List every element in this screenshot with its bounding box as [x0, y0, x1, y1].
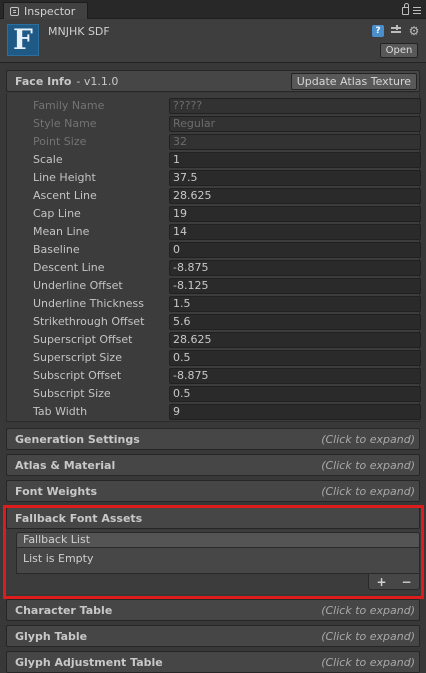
field-row-subscript-size: Subscript Size 0.5 [7, 385, 421, 403]
field-row-underline-offset: Underline Offset -8.125 [7, 277, 421, 295]
line-height-field[interactable]: 37.5 [169, 170, 421, 186]
field-row-descent-line: Descent Line -8.875 [7, 259, 421, 277]
cap-line-field[interactable]: 19 [169, 206, 421, 222]
field-row-family-name: Family Name????? [7, 97, 421, 115]
baseline-field[interactable]: 0 [169, 242, 421, 258]
field-row-ascent-line: Ascent Line 28.625 [7, 187, 421, 205]
open-button[interactable]: Open [380, 43, 418, 58]
field-row-superscript-offset: Superscript Offset 28.625 [7, 331, 421, 349]
strikethrough-offset-field[interactable]: 5.6 [169, 314, 421, 330]
section-title: Glyph Table [15, 629, 88, 643]
version-label: - v1.1.0 [76, 74, 119, 88]
character-table-header[interactable]: Character Table (Click to expand) [6, 599, 420, 621]
field-row-scale: Scale 1 [7, 151, 421, 169]
expand-hint: (Click to expand) [321, 433, 415, 446]
subscript-offset-field[interactable]: -8.875 [169, 368, 421, 384]
field-label: Mean Line [33, 225, 90, 238]
generation-settings-header[interactable]: Generation Settings (Click to expand) [6, 428, 420, 450]
point-size-field: 32 [169, 134, 421, 150]
asset-header: F MNJHK SDF ? ⚙ Open [0, 19, 426, 63]
field-label: Cap Line [33, 207, 81, 220]
preset-icon[interactable] [390, 25, 402, 37]
field-label: Superscript Size [33, 351, 122, 364]
expand-hint: (Click to expand) [321, 459, 415, 472]
section-title: Generation Settings [15, 432, 140, 446]
tab-controls [402, 3, 421, 15]
section-title: Glyph Adjustment Table [15, 655, 163, 669]
field-label: Descent Line [33, 261, 105, 274]
face-info-body: Family Name????? Style Name Regular Point S… [6, 93, 421, 422]
field-row-cap-line: Cap Line 19 [7, 205, 421, 223]
section-title: Atlas & Material [15, 458, 116, 472]
tab-inspector[interactable]: Inspector [3, 2, 88, 19]
field-row-tab-width: Tab Width 9 [7, 403, 421, 421]
asset-letter: F [13, 23, 33, 56]
ascent-line-field[interactable]: 28.625 [169, 188, 421, 204]
tab-width-field[interactable]: 9 [169, 404, 421, 420]
field-label: Underline Thickness [33, 297, 145, 310]
field-row-subscript-offset: Subscript Offset -8.875 [7, 367, 421, 385]
expand-hint: (Click to expand) [321, 604, 415, 617]
face-info-title: Face Info [15, 74, 72, 88]
expand-hint: (Click to expand) [321, 630, 415, 643]
glyph-table-header[interactable]: Glyph Table (Click to expand) [6, 625, 420, 647]
field-label: Subscript Offset [33, 369, 122, 382]
update-atlas-texture-button[interactable]: Update Atlas Texture [290, 73, 417, 90]
field-label: Underline Offset [33, 279, 123, 292]
font-asset-icon: F [7, 24, 39, 56]
section-title: Character Table [15, 603, 113, 617]
field-label: Ascent Line [33, 189, 97, 202]
tab-bar: Inspector [0, 0, 426, 19]
atlas-material-header[interactable]: Atlas & Material (Click to expand) [6, 454, 420, 476]
underline-offset-field[interactable]: -8.125 [169, 278, 421, 294]
field-label: Style Name [33, 117, 97, 130]
field-label: Point Size [33, 135, 87, 148]
field-label: Tab Width [33, 405, 88, 418]
field-label: Baseline [33, 243, 80, 256]
superscript-offset-field[interactable]: 28.625 [169, 332, 421, 348]
field-label: Scale [33, 153, 63, 166]
descent-line-field[interactable]: -8.875 [169, 260, 421, 276]
field-label: Subscript Size [33, 387, 111, 400]
expand-hint: (Click to expand) [321, 485, 415, 498]
family-name-field: ????? [169, 98, 421, 114]
expand-hint: (Click to expand) [321, 656, 415, 669]
field-label: Family Name [33, 99, 105, 112]
section-title: Font Weights [15, 484, 98, 498]
highlight-box [3, 505, 424, 599]
field-row-baseline: Baseline 0 [7, 241, 421, 259]
underline-thickness-field[interactable]: 1.5 [169, 296, 421, 312]
field-label: Strikethrough Offset [33, 315, 145, 328]
field-row-style-name: Style Name Regular [7, 115, 421, 133]
subscript-size-field[interactable]: 0.5 [169, 386, 421, 402]
gear-icon[interactable]: ⚙ [408, 25, 420, 37]
face-info-header[interactable]: Face Info - v1.1.0 Update Atlas Texture [6, 70, 420, 92]
style-name-field: Regular [169, 116, 421, 132]
field-row-line-height: Line Height 37.5 [7, 169, 421, 187]
lock-icon[interactable] [402, 3, 409, 15]
scale-field[interactable]: 1 [169, 152, 421, 168]
field-row-underline-thickness: Underline Thickness 1.5 [7, 295, 421, 313]
font-weights-header[interactable]: Font Weights (Click to expand) [6, 480, 420, 502]
field-label: Superscript Offset [33, 333, 133, 346]
header-icons: ? ⚙ [372, 25, 420, 37]
field-label: Line Height [33, 171, 96, 184]
inspector-icon [10, 6, 19, 16]
glyph-adjustment-table-header[interactable]: Glyph Adjustment Table (Click to expand) [6, 651, 420, 673]
field-row-point-size: Point Size 32 [7, 133, 421, 151]
superscript-size-field[interactable]: 0.5 [169, 350, 421, 366]
mean-line-field[interactable]: 14 [169, 224, 421, 240]
field-row-mean-line: Mean Line 14 [7, 223, 421, 241]
help-icon[interactable]: ? [372, 25, 384, 37]
asset-name: MNJHK SDF [48, 25, 110, 38]
tab-label: Inspector [24, 4, 76, 18]
field-row-superscript-size: Superscript Size 0.5 [7, 349, 421, 367]
field-row-strikethrough-offset: Strikethrough Offset 5.6 [7, 313, 421, 331]
menu-icon[interactable] [413, 7, 421, 15]
